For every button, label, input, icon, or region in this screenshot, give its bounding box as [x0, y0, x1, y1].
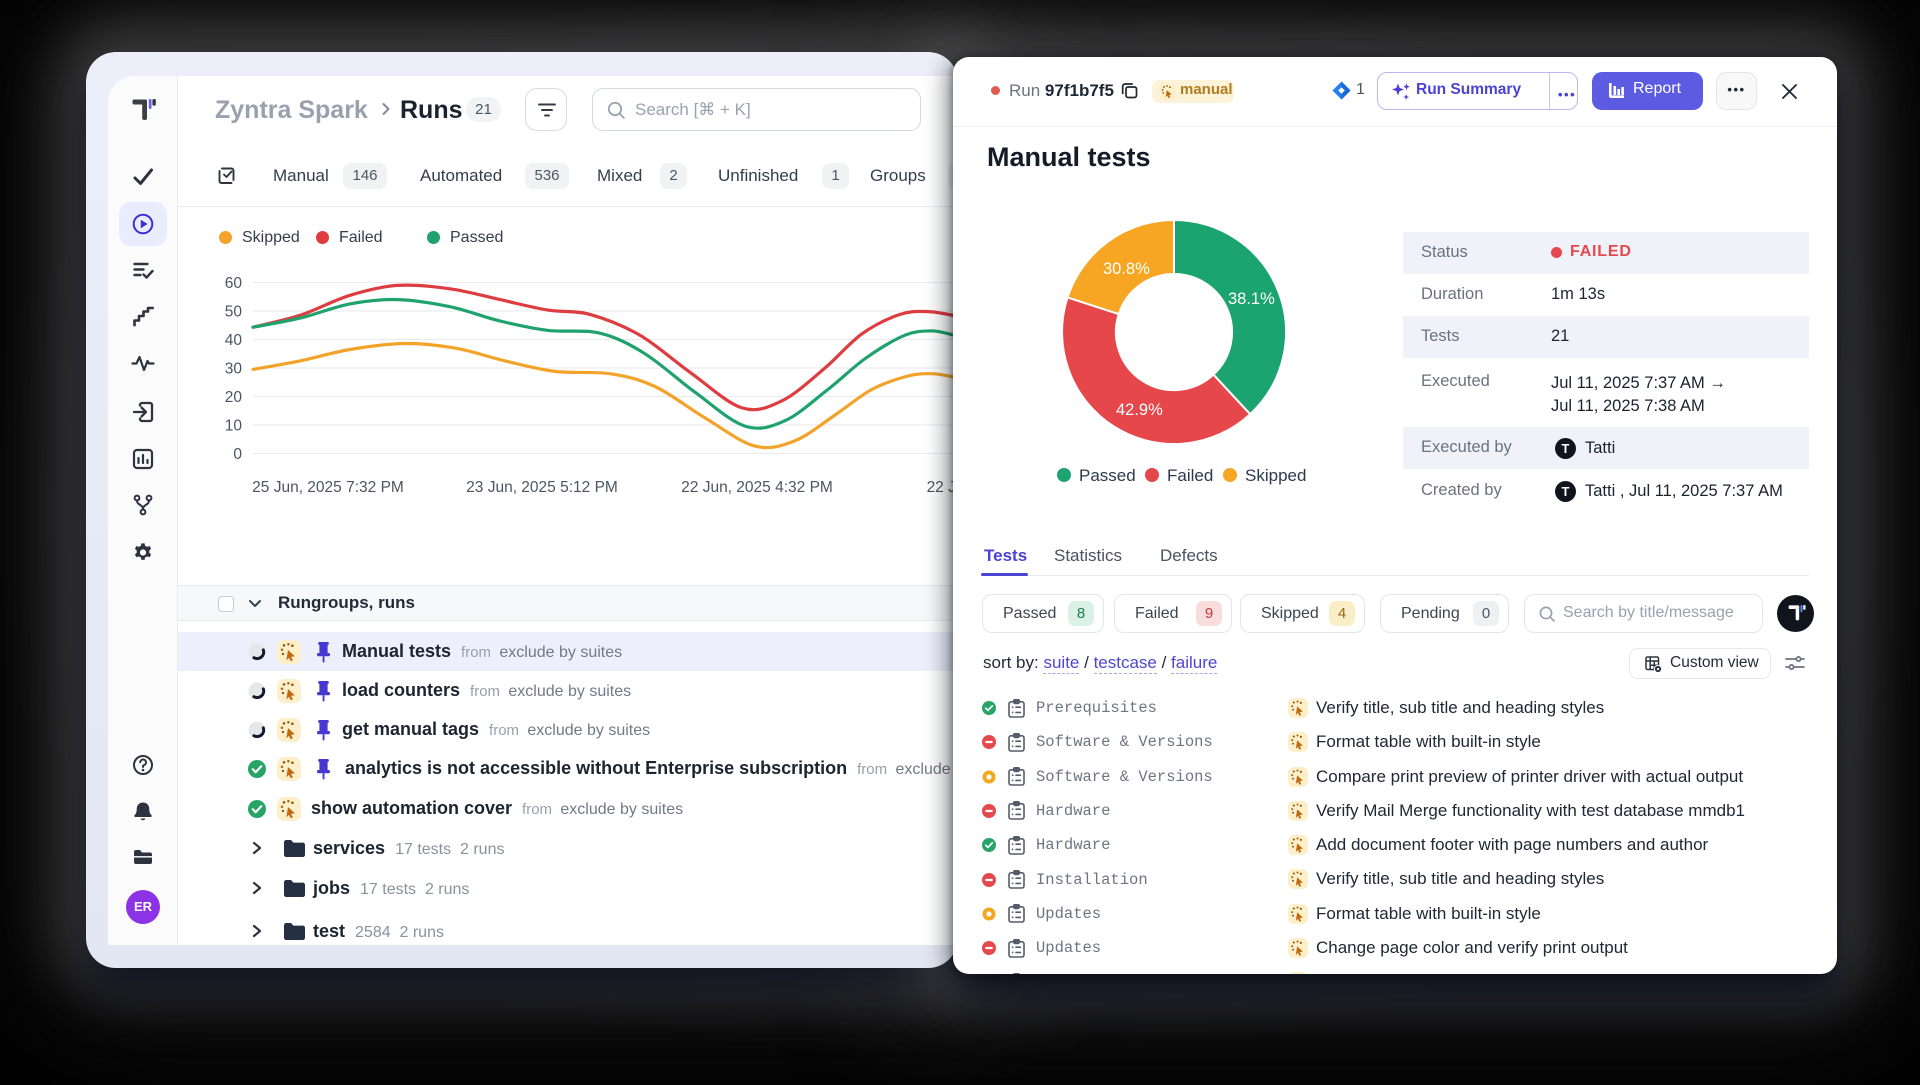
svg-text:30: 30	[225, 361, 243, 378]
svg-text:60: 60	[225, 275, 243, 292]
svg-text:42.9%: 42.9%	[1116, 401, 1163, 419]
svg-text:30.8%: 30.8%	[1103, 260, 1150, 278]
svg-text:20: 20	[225, 389, 243, 406]
svg-text:22 Jun, 2025 4:32 PM: 22 Jun, 2025 4:32 PM	[681, 479, 833, 496]
svg-text:0: 0	[233, 446, 242, 463]
svg-text:50: 50	[225, 304, 243, 321]
svg-text:10: 10	[225, 418, 243, 435]
svg-text:40: 40	[225, 332, 243, 349]
svg-text:23 Jun, 2025 5:12 PM: 23 Jun, 2025 5:12 PM	[466, 479, 618, 496]
svg-text:25 Jun, 2025 7:32 PM: 25 Jun, 2025 7:32 PM	[252, 479, 404, 496]
svg-text:38.1%: 38.1%	[1228, 290, 1275, 308]
